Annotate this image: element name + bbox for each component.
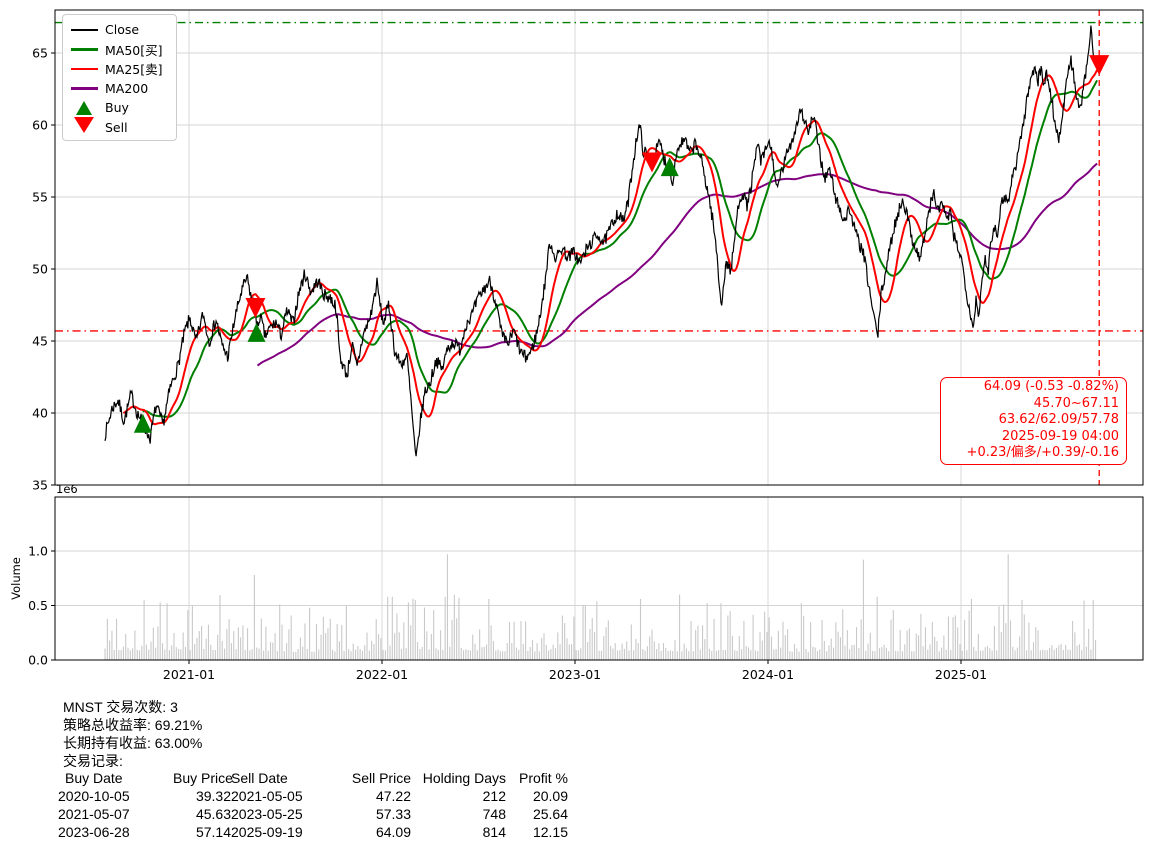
trades-header-cell: Buy Date [58, 769, 173, 787]
price-tick-label: 45 [32, 334, 48, 349]
volume-tick-label: 0.0 [28, 653, 48, 668]
price-tick-label: 35 [32, 478, 48, 493]
trade-cell: 39.32 [173, 787, 231, 805]
stock-strategy-figure: 35 40 45 50 55 60 65 0.0 0.5 1.0 2021-01 2022-01 202… [0, 0, 1152, 857]
trade-cell: 2021-05-07 [58, 805, 173, 823]
volume-tick-label: 0.5 [28, 598, 48, 613]
ma50-series [143, 80, 1098, 416]
trade-row: 2023-06-2857.142025-09-1964.0981412.15 [58, 823, 568, 841]
summary-trade-count: MNST 交易次数: 3 [63, 698, 202, 716]
x-tick-label: 2023-01 [549, 667, 601, 682]
legend-item-buy: Buy [63, 98, 176, 118]
trade-cell: 47.22 [349, 787, 411, 805]
sell-marker [1089, 55, 1109, 75]
trade-cell: 20.09 [506, 787, 568, 805]
ma25-line-swatch [63, 68, 105, 71]
legend-label: MA50[买] [105, 40, 163, 59]
sell-marker [642, 152, 662, 172]
strategy-summary: MNST 交易次数: 3 策略总收益率: 69.21% 长期持有收益: 63.0… [63, 698, 202, 770]
trade-cell: 2025-09-19 [231, 823, 349, 841]
legend-label: Sell [105, 120, 128, 135]
trades-header-cell: Sell Price [349, 769, 411, 787]
trades-header-cell: Sell Date [231, 769, 349, 787]
info-line-range: 45.70~67.11 [948, 396, 1119, 413]
sell-markers [245, 55, 1109, 318]
legend-label: MA25[卖] [105, 59, 163, 78]
trade-cell: 2023-06-28 [58, 823, 173, 841]
info-line-datetime: 2025-09-19 04:00 [948, 429, 1119, 446]
ma50-line-swatch [63, 48, 105, 51]
trade-cell: 45.63 [173, 805, 231, 823]
trade-cell: 12.15 [506, 823, 568, 841]
info-line-mas: 63.62/62.09/57.78 [948, 412, 1119, 429]
summary-hold-return: 长期持有收益: 63.00% [63, 734, 202, 752]
buy-marker-icon [63, 101, 105, 115]
trades-header-cell: Holding Days [411, 769, 506, 787]
trade-cell: 748 [411, 805, 506, 823]
trades-header-cell: Buy Price [173, 769, 231, 787]
trade-cell: 212 [411, 787, 506, 805]
volume-offset-label: 1e6 [56, 482, 78, 496]
grid-lines [55, 10, 1143, 660]
trade-cell: 2023-05-25 [231, 805, 349, 823]
x-tick-label: 2024-01 [742, 667, 794, 682]
legend: Close MA50[买] MA25[卖] MA200 Buy Sell [62, 14, 177, 141]
ma25-series [123, 70, 1097, 424]
trade-cell: 57.14 [173, 823, 231, 841]
legend-label: Close [105, 22, 139, 37]
summary-trades-title: 交易记录: [63, 752, 202, 770]
buy-marker [248, 323, 266, 342]
legend-item-ma200: MA200 [63, 79, 176, 99]
info-line-price-change: 64.09 (-0.53 -0.82%) [948, 379, 1119, 396]
close-line-swatch [63, 29, 105, 32]
trade-cell: 57.33 [349, 805, 411, 823]
info-line-signal: +0.23/偏多/+0.39/-0.16 [948, 445, 1119, 462]
price-tick-label: 40 [32, 406, 48, 421]
volume-bars [105, 554, 1097, 660]
buy-markers [134, 157, 679, 433]
sell-marker-icon [63, 121, 105, 133]
sell-marker [245, 298, 265, 318]
price-info-box: 64.09 (-0.53 -0.82%) 45.70~67.11 63.62/6… [940, 377, 1127, 465]
trade-row: 2021-05-0745.632023-05-2557.3374825.64 [58, 805, 568, 823]
volume-axis-title: Volume [9, 557, 23, 600]
ma200-line-swatch [63, 87, 105, 90]
x-tick-label: 2021-01 [163, 667, 215, 682]
legend-item-sell: Sell [63, 118, 176, 138]
trades-table: Buy DateBuy PriceSell DateSell PriceHold… [58, 769, 568, 841]
panel-frames [55, 10, 1143, 660]
legend-item-ma25: MA25[卖] [63, 59, 176, 79]
x-tick-label: 2025-01 [935, 667, 987, 682]
price-tick-label: 65 [32, 46, 48, 61]
summary-strategy-return: 策略总收益率: 69.21% [63, 716, 202, 734]
price-tick-label: 50 [32, 262, 48, 277]
trade-cell: 814 [411, 823, 506, 841]
legend-item-close: Close [63, 20, 176, 40]
trades-header-row: Buy DateBuy PriceSell DateSell PriceHold… [58, 769, 568, 787]
x-tick-label: 2022-01 [356, 667, 408, 682]
trade-cell: 25.64 [506, 805, 568, 823]
price-tick-label: 60 [32, 118, 48, 133]
trade-cell: 2021-05-05 [231, 787, 349, 805]
legend-item-ma50: MA50[买] [63, 40, 176, 60]
trade-cell: 2020-10-05 [58, 787, 173, 805]
volume-tick-label: 1.0 [28, 544, 48, 559]
trade-cell: 64.09 [349, 823, 411, 841]
price-tick-label: 55 [32, 190, 48, 205]
legend-label: Buy [105, 100, 129, 115]
legend-label: MA200 [105, 81, 148, 96]
trade-row: 2020-10-0539.322021-05-0547.2221220.09 [58, 787, 568, 805]
trades-header-cell: Profit % [506, 769, 568, 787]
